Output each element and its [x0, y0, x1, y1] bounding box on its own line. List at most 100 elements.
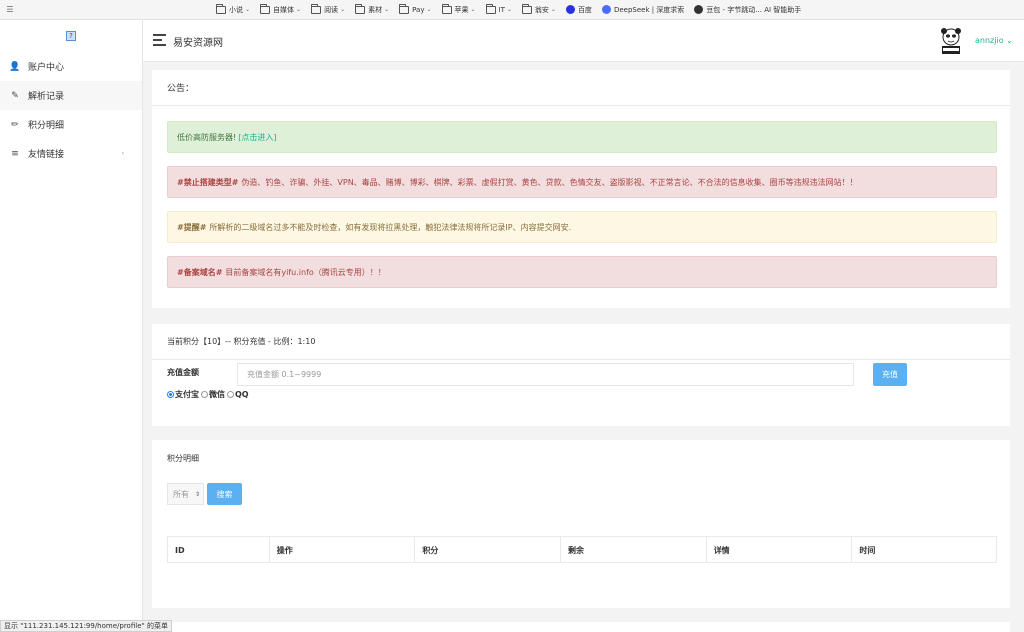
chevron-down-icon: ⌄ — [550, 6, 556, 13]
bookmark-label: 自媒体 — [273, 5, 295, 14]
folder-icon — [216, 3, 226, 14]
chevron-left-icon: ‹ — [121, 150, 124, 157]
payment-option-label: 支付宝 — [175, 390, 199, 399]
top-header: 易安资源网 annzjio ⌄ — [143, 20, 1024, 62]
list-icon: ≡ — [11, 148, 19, 159]
sidebar-item[interactable]: 👤 账户中心 — [0, 52, 142, 81]
recharge-button[interactable]: 充值 — [873, 363, 907, 386]
bookmark-label: 小说 — [229, 5, 243, 14]
payment-option[interactable]: QQ — [227, 390, 249, 399]
table-header-cell: 详情 — [707, 537, 853, 563]
notice-alert: #禁止搭建类型# 伪造、钓鱼、诈骗、外挂、VPN、毒品、赌博、博彩、棋牌、彩票、虚… — [167, 166, 997, 198]
recharge-panel: 当前积分【10】-- 积分充值 - 比例：1:10 充值金额 充值金额 0.1~… — [152, 324, 1010, 426]
username-dropdown[interactable]: annzjio ⌄ — [975, 36, 1013, 45]
sidebar-item-label: 积分明细 — [28, 121, 65, 131]
table-header-cell: 积分 — [415, 537, 562, 563]
radio-button[interactable] — [201, 391, 208, 398]
alert-text: 所解析的二级域名过多不能及时检查，如有发现将拉黑处理，触犯法律法规将所记录IP、… — [209, 222, 572, 232]
alert-link[interactable]: [点击进入] — [238, 132, 276, 143]
site-logo-icon[interactable]: ? — [66, 31, 76, 41]
bookmark-item[interactable]: Pay ⌄ — [399, 3, 432, 14]
chevron-down-icon: ⌄ — [426, 6, 432, 13]
table-header-cell: ID — [168, 537, 270, 563]
folder-icon — [355, 3, 366, 14]
bookmark-item[interactable]: 自媒体 ⌄ — [260, 3, 302, 15]
payment-option[interactable]: 支付宝 — [167, 389, 199, 400]
notice-alert: #提醒# 所解析的二级域名过多不能及时检查，如有发现将拉黑处理，触犯法律法规将所记… — [167, 211, 997, 243]
payment-option-label: 微信 — [209, 390, 225, 399]
bookmark-item[interactable]: 素材 ⌄ — [355, 3, 390, 15]
bookmark-item[interactable]: IT ⌄ — [485, 3, 512, 14]
select-arrows-icon: ⇕ — [195, 490, 201, 498]
alert-text: 伪造、钓鱼、诈骗、外挂、VPN、毒品、赌博、博彩、棋牌、彩票、虚假打赏、黄色、贷… — [241, 177, 858, 187]
folder-icon — [521, 3, 532, 14]
payment-option-label: QQ — [235, 390, 249, 399]
amount-input[interactable]: 充值金额 0.1~9999 — [237, 363, 854, 386]
alert-text: 低价高防服务器! — [177, 132, 237, 142]
menu-toggle-icon[interactable] — [153, 34, 166, 46]
table-header-cell: 时间 — [859, 545, 876, 555]
recharge-header: 当前积分【10】-- 积分充值 - 比例：1:10 — [152, 324, 1010, 360]
browser-status-bar: 显示 "111.231.145.121:99/home/profile" 的菜单 — [0, 620, 172, 632]
user-avatar[interactable] — [938, 26, 964, 56]
folder-icon — [399, 3, 410, 14]
bookmark-label: 素材 — [368, 5, 383, 14]
edit-box-icon: ✎ — [11, 90, 19, 101]
sidebar-item-label: 友情链接 — [28, 150, 65, 160]
sidebar: ? 👤 账户中心 ✎ 解析记录 ✏ 积分明细 ≡ 友情链接 ‹ — [0, 20, 143, 632]
site-title: 易安资源网 — [173, 38, 223, 49]
sidebar-item-label: 账户中心 — [28, 63, 65, 73]
chevron-down-icon: ⌄ — [506, 6, 512, 13]
bookmark-item[interactable]: 翁安 ⌄ — [521, 3, 556, 15]
bookmark-label: IT — [498, 5, 505, 14]
sidebar-item[interactable]: ✎ 解析记录 — [0, 81, 142, 110]
chevron-down-icon: ⌄ — [470, 6, 476, 13]
bookmark-item[interactable]: 豆包 - 字节跳动... AI 智能助手 — [694, 5, 801, 15]
chevron-down-icon: ⌄ — [384, 6, 390, 13]
radio-button[interactable] — [167, 391, 174, 398]
points-table: ID 操作 积分 剩余 详情 时间 — [167, 536, 997, 563]
sidebar-item[interactable]: ✏ 积分明细 — [0, 110, 142, 139]
search-button[interactable]: 搜索 — [207, 483, 242, 505]
bookmark-item[interactable]: 小说 ⌄ — [216, 3, 251, 15]
site-favicon-icon — [601, 5, 611, 14]
table-header-cell: 剩余 — [561, 537, 707, 563]
sidebar-item[interactable]: ≡ 友情链接 ‹ — [0, 139, 142, 168]
sidebar-item-label: 解析记录 — [28, 92, 65, 102]
bookmark-label: Pay — [412, 5, 425, 14]
folder-icon — [485, 3, 496, 14]
folder-icon — [311, 3, 322, 14]
bookmark-item[interactable]: 百度 — [565, 5, 592, 15]
chevron-down-icon: ⌄ — [296, 6, 302, 13]
bookmark-label: 苹果 — [454, 5, 469, 14]
site-favicon-icon — [694, 5, 704, 14]
table-header-cell: 操作 — [270, 537, 416, 563]
alert-prefix: #备案域名# — [177, 267, 223, 277]
bookmark-label: 豆包 - 字节跳动... AI 智能助手 — [706, 5, 802, 14]
filter-select[interactable]: 所有 ⇕ — [167, 483, 204, 505]
alert-prefix: #提醒# — [177, 222, 207, 232]
notice-panel: 公告： 低价高防服务器! [点击进入] #禁止搭建类型# 伪造、钓鱼、诈骗、外挂、V… — [152, 70, 1010, 308]
radio-button[interactable] — [227, 391, 234, 398]
folder-icon — [260, 3, 271, 14]
notice-alert: 低价高防服务器! [点击进入] — [167, 121, 997, 153]
folder-icon — [441, 3, 452, 14]
payment-method-group: 支付宝 微信 QQ — [167, 389, 251, 400]
bookmark-item[interactable]: 苹果 ⌄ — [441, 3, 476, 15]
bookmarks-menu-icon[interactable]: ☰ — [0, 5, 20, 14]
bookmark-list: 小说 ⌄ 自媒体 ⌄ 阅读 ⌄ 素材 ⌄ Pay ⌄ 苹果 ⌄ IT ⌄ 翁安 ⌄ 百度 DeepSeek | 深… — [216, 3, 811, 15]
bookmark-item[interactable]: DeepSeek | 深度求索 — [601, 5, 685, 15]
bookmark-item[interactable]: 阅读 ⌄ — [311, 3, 346, 15]
footer-panel — [152, 622, 1010, 632]
site-favicon-icon — [565, 5, 575, 14]
bookmark-label: DeepSeek | 深度求索 — [613, 5, 685, 14]
notice-alert: #备案域名# 目前备案域名有yifu.info（腾讯云专用）！！ — [167, 256, 997, 288]
logo-area: ? — [0, 20, 142, 52]
bookmarks-bar: ☰ 小说 ⌄ 自媒体 ⌄ 阅读 ⌄ 素材 ⌄ Pay ⌄ 苹果 ⌄ IT ⌄ 翁安 ⌄ 百度 DeepSeek |… — [0, 0, 1024, 20]
chevron-down-icon: ⌄ — [245, 6, 251, 13]
points-panel: 积分明细 所有 ⇕ 搜索 ID 操作 积分 剩余 详情 时间 — [152, 440, 1010, 608]
filter-select-value: 所有 — [173, 489, 189, 499]
amount-label: 充值金额 — [167, 368, 199, 377]
chevron-down-icon: ⌄ — [340, 6, 346, 13]
payment-option[interactable]: 微信 — [201, 389, 225, 400]
